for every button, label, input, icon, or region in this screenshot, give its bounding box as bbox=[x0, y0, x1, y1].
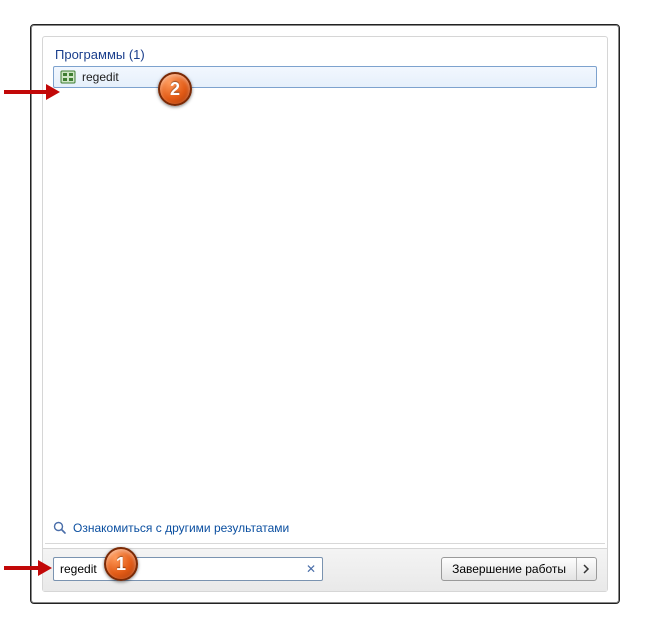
shutdown-options-arrow[interactable] bbox=[576, 558, 596, 580]
search-field-wrap: ✕ bbox=[53, 557, 323, 581]
search-icon bbox=[53, 521, 67, 535]
shutdown-split-button: Завершение работы bbox=[441, 557, 597, 581]
shutdown-button[interactable]: Завершение работы bbox=[442, 558, 576, 580]
more-results-label: Ознакомиться с другими результатами bbox=[73, 521, 289, 535]
result-item-regedit[interactable]: regedit bbox=[53, 66, 597, 88]
more-results-link[interactable]: Ознакомиться с другими результатами bbox=[53, 521, 289, 535]
bottom-bar: ✕ Завершение работы bbox=[43, 548, 607, 591]
clear-search-icon[interactable]: ✕ bbox=[303, 561, 319, 577]
regedit-icon bbox=[60, 69, 76, 85]
divider bbox=[45, 543, 605, 544]
shutdown-label: Завершение работы bbox=[452, 562, 566, 576]
results-category-header: Программы (1) bbox=[53, 45, 597, 66]
search-input[interactable] bbox=[53, 557, 323, 581]
result-item-label: regedit bbox=[82, 70, 119, 84]
results-area: Программы (1) regedit bbox=[43, 37, 607, 543]
start-menu-frame: Программы (1) regedit bbox=[30, 24, 620, 604]
start-menu-panel: Программы (1) regedit bbox=[42, 36, 608, 592]
